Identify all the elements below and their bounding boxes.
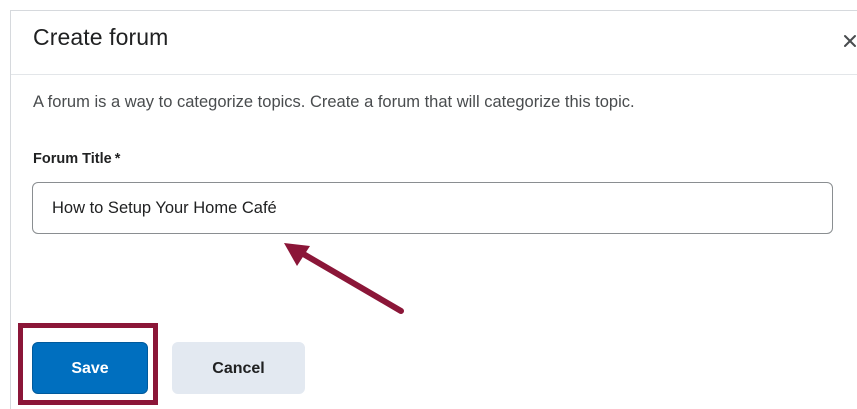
cancel-button[interactable]: Cancel <box>172 342 305 394</box>
required-marker: * <box>114 151 121 167</box>
annotation-arrow-icon <box>284 243 404 314</box>
dialog-description: A forum is a way to categorize topics. C… <box>33 93 635 111</box>
header-divider <box>11 74 857 75</box>
create-forum-dialog: Create forum A forum is a way to categor… <box>0 0 857 409</box>
dialog-top-border <box>10 10 857 11</box>
dialog-left-border <box>10 10 11 409</box>
forum-title-label-text: Forum Title <box>33 151 112 167</box>
forum-title-input[interactable] <box>32 182 833 234</box>
dialog-title: Create forum <box>33 24 169 50</box>
forum-title-label: Forum Title * <box>33 151 120 167</box>
close-icon[interactable] <box>842 30 857 50</box>
save-button[interactable]: Save <box>32 342 148 394</box>
